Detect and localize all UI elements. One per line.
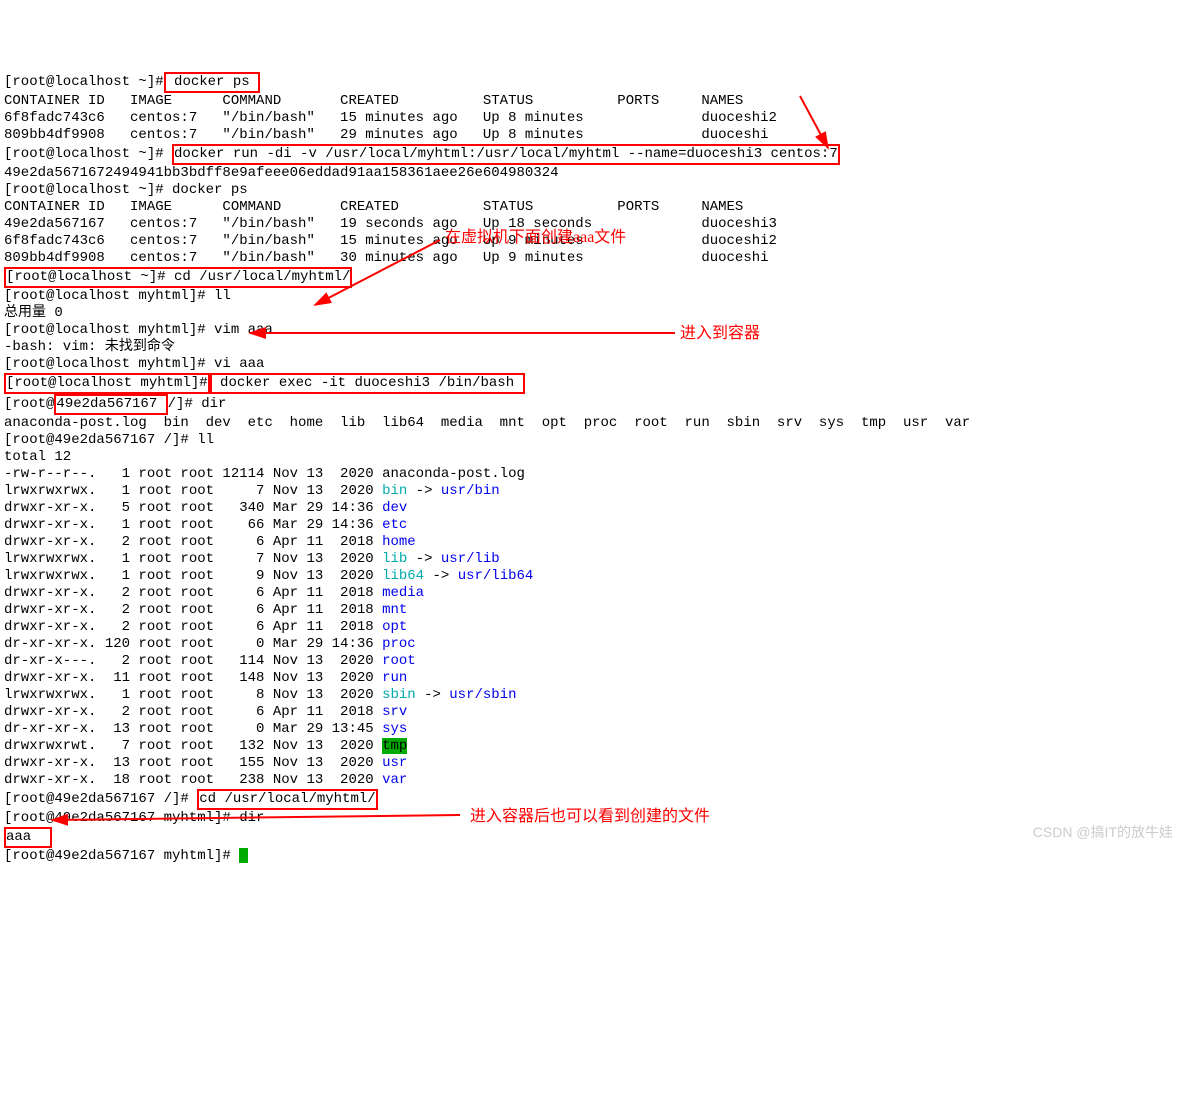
watermark: CSDN @搞IT的放牛娃 xyxy=(1033,824,1173,841)
terminal-output: [root@localhost ~]# docker ps CONTAINER … xyxy=(4,72,1181,865)
annotation-see-file: 进入容器后也可以看到创建的文件 xyxy=(470,808,710,825)
cursor xyxy=(239,848,248,863)
annotation-enter-container: 进入到容器 xyxy=(680,325,760,342)
annotation-create-file: 在虚拟机下面创建aaa文件 xyxy=(445,229,626,246)
